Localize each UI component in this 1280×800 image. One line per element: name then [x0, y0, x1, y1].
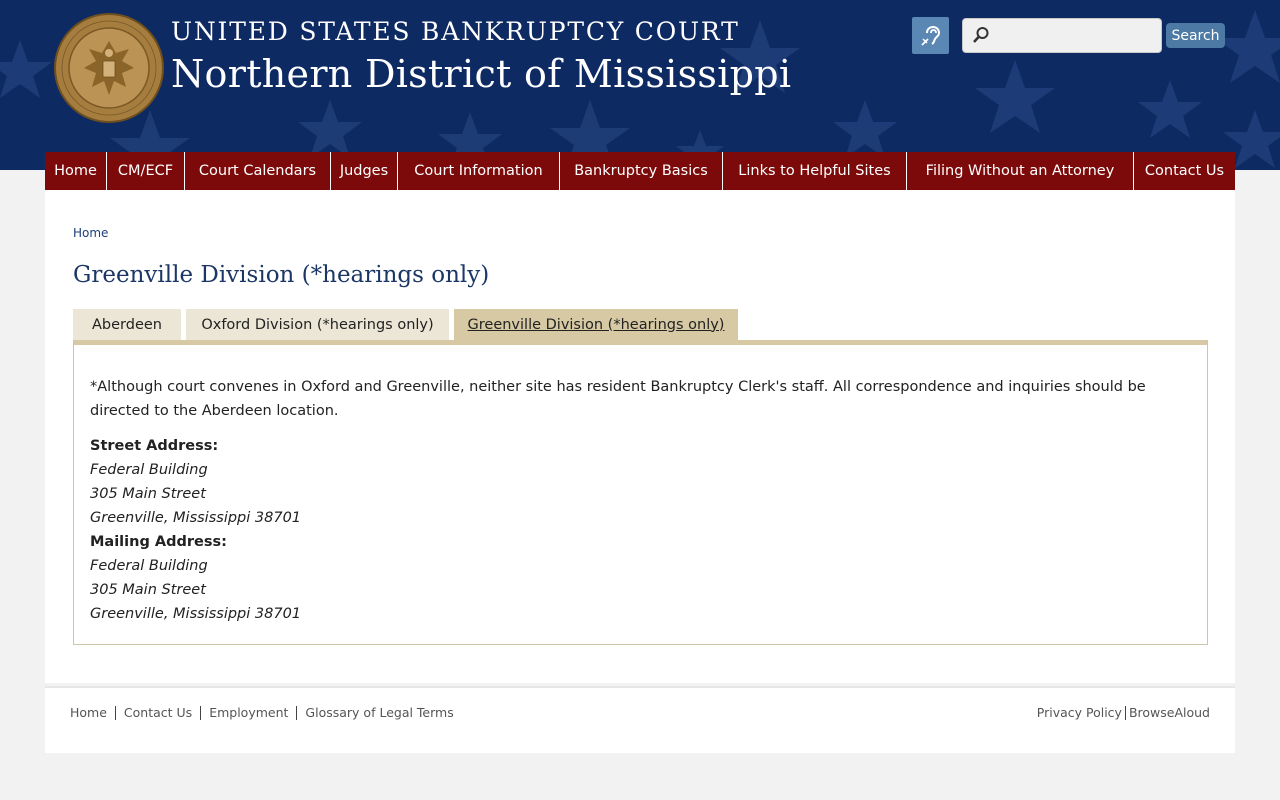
street-line-2: 305 Main Street	[90, 486, 206, 502]
street-address-label: Street Address:	[90, 438, 219, 454]
footer-separator	[114, 705, 116, 720]
search-input[interactable]	[962, 18, 1162, 53]
accessibility-button[interactable]	[912, 17, 949, 54]
footer-separator	[200, 705, 202, 720]
nav-contact-us[interactable]: Contact Us	[1134, 152, 1235, 190]
footer-separator	[296, 705, 298, 720]
main-nav: Home CM/ECF Court Calendars Judges Court…	[45, 152, 1235, 190]
breadcrumb-home[interactable]: Home	[73, 226, 108, 240]
nav-court-calendars[interactable]: Court Calendars	[185, 152, 331, 190]
nav-home[interactable]: Home	[45, 152, 107, 190]
footer-home-link[interactable]: Home	[70, 705, 107, 720]
footer-contact-link[interactable]: Contact Us	[124, 705, 192, 720]
nav-bankruptcy-basics[interactable]: Bankruptcy Basics	[560, 152, 723, 190]
main-content: Home Greenville Division (*hearings only…	[45, 190, 1235, 683]
page-title: Greenville Division (*hearings only)	[73, 262, 490, 288]
footer-browsealoud-link[interactable]: BrowseAloud	[1129, 705, 1210, 720]
nav-helpful-sites[interactable]: Links to Helpful Sites	[723, 152, 907, 190]
district-name[interactable]: Northern District of Mississippi	[171, 52, 791, 96]
tab-panel: *Although court convenes in Oxford and G…	[73, 340, 1208, 645]
footer-right-links: Privacy Policy BrowseAloud	[1037, 705, 1210, 720]
tab-greenville[interactable]: Greenville Division (*hearings only)	[454, 309, 738, 340]
notice-text: *Although court convenes in Oxford and G…	[90, 379, 1146, 419]
footer-separator	[1124, 705, 1126, 720]
footer-employment-link[interactable]: Employment	[209, 705, 288, 720]
footer-privacy-link[interactable]: Privacy Policy	[1037, 705, 1122, 720]
court-name-line1: UNITED STATES BANKRUPTCY COURT	[171, 17, 740, 46]
mailing-line-3: Greenville, Mississippi 38701	[90, 606, 302, 622]
site-footer: Home Contact Us Employment Glossary of L…	[45, 686, 1235, 753]
site-header: UNITED STATES BANKRUPTCY COURT Northern …	[0, 0, 1280, 170]
nav-court-information[interactable]: Court Information	[398, 152, 560, 190]
search-button[interactable]: Search	[1166, 23, 1225, 48]
nav-judges[interactable]: Judges	[331, 152, 398, 190]
nav-cmecf[interactable]: CM/ECF	[107, 152, 185, 190]
hearing-assist-icon	[920, 25, 940, 46]
nav-filing-without-attorney[interactable]: Filing Without an Attorney	[907, 152, 1134, 190]
tab-oxford[interactable]: Oxford Division (*hearings only)	[186, 309, 449, 340]
mailing-address-label: Mailing Address:	[90, 534, 227, 550]
street-line-3: Greenville, Mississippi 38701	[90, 510, 302, 526]
court-seal-logo	[54, 13, 164, 123]
footer-glossary-link[interactable]: Glossary of Legal Terms	[305, 705, 453, 720]
street-line-1: Federal Building	[90, 462, 208, 478]
footer-left-links: Home Contact Us Employment Glossary of L…	[70, 705, 454, 720]
mailing-line-2: 305 Main Street	[90, 582, 206, 598]
search-icon	[973, 27, 989, 43]
mailing-line-1: Federal Building	[90, 558, 208, 574]
tab-aberdeen[interactable]: Aberdeen	[73, 309, 181, 340]
